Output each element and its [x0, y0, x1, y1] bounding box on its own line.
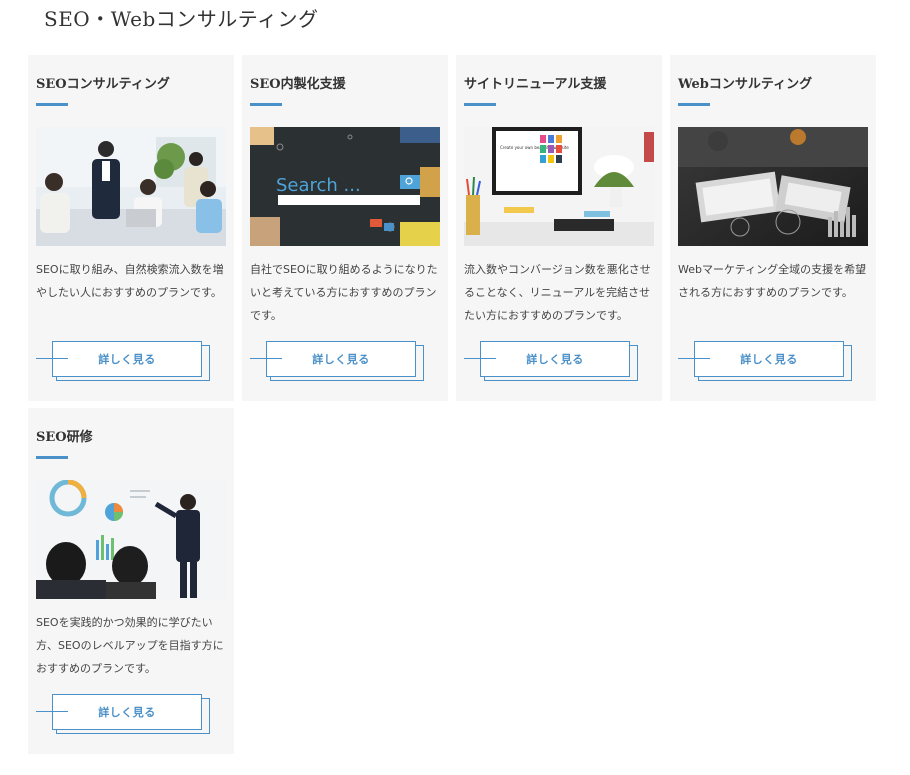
details-button-label: 詳しく見る: [98, 353, 156, 366]
card-description: 自社でSEOに取り組めるようになりたいと考えている方におすすめのプランです。: [250, 263, 438, 322]
service-card-seo-inhouse: SEO内製化支援 Search ... 自社でSEOに取り組めるようになりたいと…: [242, 55, 448, 401]
desk-monitor-photo: Create your own beautiful website: [464, 127, 654, 246]
card-description: SEOに取り組み、自然検索流入数を増やしたい人におすすめのプランです。: [36, 263, 224, 299]
card-description: 流入数やコンバージョン数を悪化させることなく、リニューアルを完結させたい方におす…: [464, 263, 651, 322]
title-underline: [250, 103, 282, 106]
card-description: Webマーケティング全域の支援を希望される方におすすめのプランです。: [678, 263, 867, 299]
card-title: SEO研修: [36, 430, 93, 445]
details-button-label: 詳しく見る: [526, 353, 584, 366]
title-underline: [36, 456, 68, 459]
search-bar-photo: Search ...: [250, 127, 440, 246]
details-button-label: 詳しく見る: [312, 353, 370, 366]
service-card-site-renewal: サイトリニューアル支援 Create your own beautiful we…: [456, 55, 662, 401]
details-button[interactable]: 詳しく見る: [36, 694, 210, 734]
details-button[interactable]: 詳しく見る: [464, 341, 638, 381]
service-card-seo-consulting: SEOコンサルティング SEOに取り組み、自然検索流入数を増やしたい人におすすめ…: [28, 55, 234, 401]
card-title: サイトリニューアル支援: [464, 77, 607, 92]
button-accent-line: [36, 711, 68, 712]
button-accent-line: [36, 358, 68, 359]
button-accent-line: [464, 358, 496, 359]
section-title: SEO・Webコンサルティング: [44, 7, 319, 31]
button-accent-line: [250, 358, 282, 359]
team-meeting-photo: [36, 127, 226, 246]
service-card-web-consulting: Webコンサルティング Webマーケティング全域の支援を希望される方におすすめの…: [670, 55, 876, 401]
service-card-seo-training: SEO研修 SEOを実践的かつ効果的に学びたい方、SEOのレベルアップを目指す方…: [28, 408, 234, 754]
details-button[interactable]: 詳しく見る: [678, 341, 852, 381]
card-description: SEOを実践的かつ効果的に学びたい方、SEOのレベルアップを目指す方におすすめの…: [36, 616, 224, 675]
details-button-label: 詳しく見る: [98, 706, 156, 719]
card-title: SEOコンサルティング: [36, 77, 170, 92]
title-underline: [464, 103, 496, 106]
details-button[interactable]: 詳しく見る: [36, 341, 210, 381]
search-text: Search ...: [276, 175, 361, 196]
card-title: SEO内製化支援: [250, 77, 346, 92]
details-button[interactable]: 詳しく見る: [250, 341, 424, 381]
presentation-photo: [36, 480, 226, 599]
card-title: Webコンサルティング: [678, 77, 813, 92]
title-underline: [678, 103, 710, 106]
button-accent-line: [678, 358, 710, 359]
details-button-label: 詳しく見る: [740, 353, 798, 366]
title-underline: [36, 103, 68, 106]
laptop-analytics-photo: [678, 127, 868, 246]
